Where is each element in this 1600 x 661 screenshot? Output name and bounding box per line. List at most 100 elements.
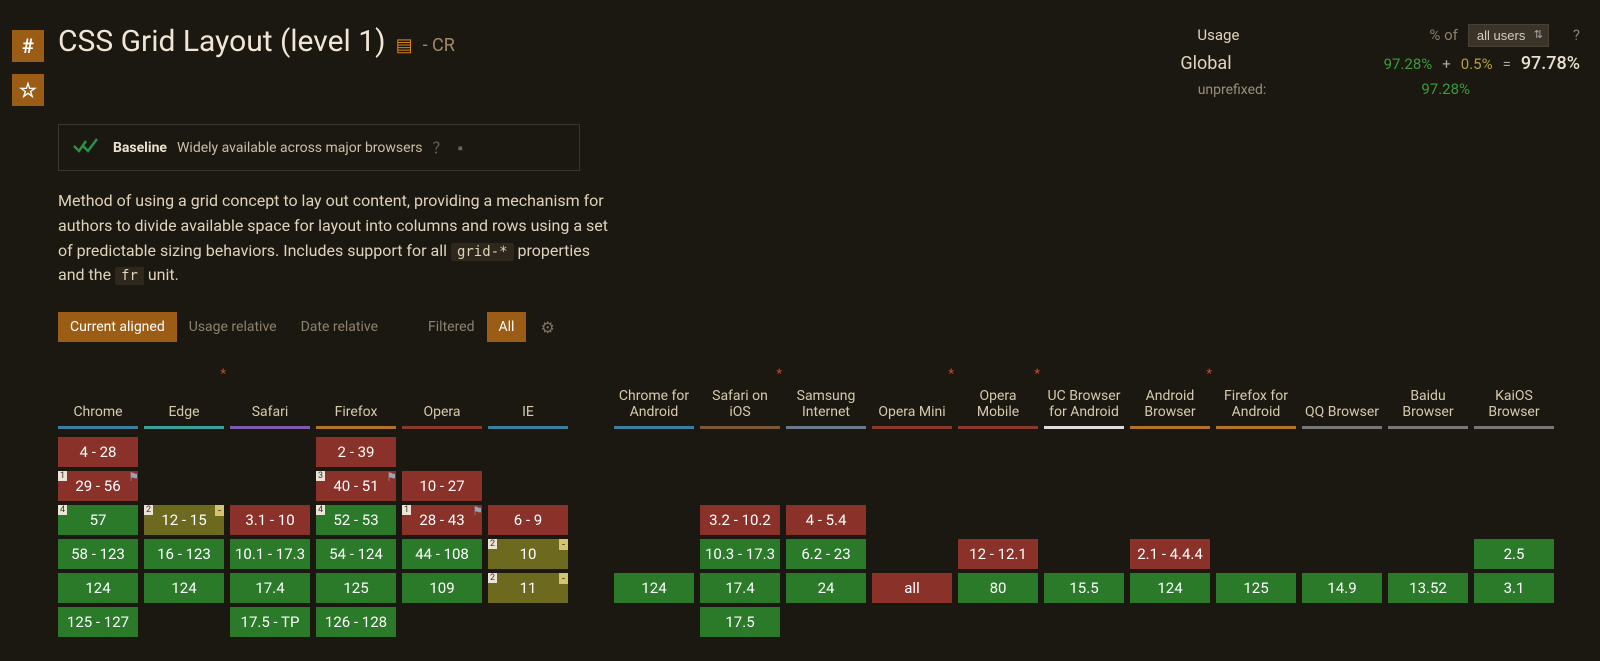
support-cell[interactable]: 6 - 9	[488, 505, 568, 535]
browser-header[interactable]: Opera	[402, 370, 482, 426]
star-button[interactable]: ☆	[12, 74, 44, 106]
support-cell[interactable]: 4 - 5.4	[786, 505, 866, 535]
empty-cell	[1216, 505, 1296, 535]
partial-badge: -	[215, 505, 224, 516]
support-cell[interactable]: 16 - 123	[144, 539, 224, 569]
note-badge: 2	[144, 505, 153, 515]
support-cell[interactable]: 12 - 152-	[144, 505, 224, 535]
support-cell[interactable]: 17.4	[700, 573, 780, 603]
browser-header[interactable]: UC Browser for Android	[1044, 370, 1124, 426]
support-cell[interactable]: 29 - 561⚑	[58, 471, 138, 501]
empty-cell	[1044, 437, 1124, 467]
browser-header[interactable]: Safari	[230, 370, 310, 426]
support-cell[interactable]: 6.2 - 23	[786, 539, 866, 569]
support-cell[interactable]: 24	[786, 573, 866, 603]
hash-button[interactable]: #	[12, 30, 44, 62]
browser-header[interactable]: KaiOS Browser	[1474, 370, 1554, 426]
browser-header[interactable]: Chrome	[58, 370, 138, 426]
note-badge: 1	[402, 505, 411, 515]
support-cell[interactable]: 17.5	[700, 607, 780, 637]
settings-icon[interactable]: ⚙	[540, 318, 554, 337]
empty-cell	[488, 471, 568, 501]
support-cell[interactable]: 3.1 - 10	[230, 505, 310, 535]
support-cell[interactable]: 13.52	[1388, 573, 1468, 603]
empty-cell	[958, 437, 1038, 467]
tab-date-relative[interactable]: Date relative	[289, 312, 390, 342]
support-cell[interactable]: 17.5 - TP	[230, 607, 310, 637]
view-tabs: Current aligned Usage relative Date rela…	[58, 312, 1588, 342]
spec-link-icon[interactable]: ▤	[396, 35, 413, 56]
support-cell[interactable]: 3.1	[1474, 573, 1554, 603]
support-cell[interactable]: 10.1 - 17.3	[230, 539, 310, 569]
support-cell[interactable]: 12 - 12.1	[958, 539, 1038, 569]
support-cell[interactable]: 44 - 108	[402, 539, 482, 569]
empty-cell	[1044, 607, 1124, 637]
empty-cell	[786, 471, 866, 501]
support-cell[interactable]: 3.2 - 10.2	[700, 505, 780, 535]
empty-cell	[614, 471, 694, 501]
empty-cell	[1130, 505, 1210, 535]
support-cell[interactable]: 2.1 - 4.4.4	[1130, 539, 1210, 569]
empty-cell	[1044, 505, 1124, 535]
browser-header[interactable]: Safari on iOS*	[700, 370, 780, 426]
support-cell[interactable]: 28 - 431⚑	[402, 505, 482, 535]
partial-badge: -	[559, 539, 568, 550]
support-cell[interactable]: 124	[144, 573, 224, 603]
support-cell[interactable]: 40 - 513⚑	[316, 471, 396, 501]
support-cell[interactable]: 109	[402, 573, 482, 603]
browser-header[interactable]: Edge*	[144, 370, 224, 426]
support-cell[interactable]: 126 - 128	[316, 607, 396, 637]
support-cell[interactable]: 17.4	[230, 573, 310, 603]
info-icon[interactable]: ？	[433, 137, 448, 158]
browser-header[interactable]: QQ Browser	[1302, 370, 1382, 426]
tab-current-aligned[interactable]: Current aligned	[58, 312, 177, 342]
baseline-label: Baseline	[113, 140, 167, 156]
support-cell[interactable]: 124	[58, 573, 138, 603]
help-button[interactable]: ?	[1573, 26, 1580, 44]
support-cell[interactable]: all	[872, 573, 952, 603]
support-cell[interactable]: 2 - 39	[316, 437, 396, 467]
support-cell[interactable]: 125 - 127	[58, 607, 138, 637]
support-cell[interactable]: 52 - 534	[316, 505, 396, 535]
browser-header[interactable]: Samsung Internet	[786, 370, 866, 426]
support-cell[interactable]: 15.5	[1044, 573, 1124, 603]
support-cell[interactable]: 54 - 124	[316, 539, 396, 569]
empty-cell	[1130, 471, 1210, 501]
browser-header[interactable]: Baidu Browser	[1388, 370, 1468, 426]
note-badge: 2	[488, 573, 497, 583]
support-cell[interactable]: 58 - 123	[58, 539, 138, 569]
support-cell[interactable]: 10 - 27	[402, 471, 482, 501]
tab-all[interactable]: All	[487, 312, 527, 342]
browser-header[interactable]: Opera Mobile*	[958, 370, 1038, 426]
empty-cell	[1216, 607, 1296, 637]
support-cell[interactable]: 124	[614, 573, 694, 603]
support-cell[interactable]: 102-	[488, 539, 568, 569]
support-cell[interactable]: 10.3 - 17.3	[700, 539, 780, 569]
browser-header[interactable]: Firefox	[316, 370, 396, 426]
support-cell[interactable]: 14.9	[1302, 573, 1382, 603]
feedback-icon[interactable]: ▪	[458, 139, 463, 157]
support-cell[interactable]: 125	[316, 573, 396, 603]
browser-header[interactable]: IE	[488, 370, 568, 426]
support-cell[interactable]: 124	[1130, 573, 1210, 603]
equals-sign: =	[1503, 55, 1511, 73]
note-asterisk-icon: *	[776, 368, 782, 383]
note-badge: 1	[58, 471, 67, 481]
support-cell[interactable]: 80	[958, 573, 1038, 603]
support-cell[interactable]: 574	[58, 505, 138, 535]
support-cell[interactable]: 125	[1216, 573, 1296, 603]
browser-header[interactable]: Android Browser*	[1130, 370, 1210, 426]
browser-header[interactable]: Chrome for Android	[614, 370, 694, 426]
tab-filtered[interactable]: Filtered	[416, 312, 486, 342]
support-cell[interactable]: 112-	[488, 573, 568, 603]
unprefixed-value: 97.28%	[1421, 80, 1470, 98]
audience-select[interactable]: all users	[1468, 24, 1549, 47]
browser-header[interactable]: Firefox for Android	[1216, 370, 1296, 426]
support-cell[interactable]: 4 - 28	[58, 437, 138, 467]
support-cell[interactable]: 2.5	[1474, 539, 1554, 569]
tab-usage-relative[interactable]: Usage relative	[177, 312, 289, 342]
browser-header[interactable]: Opera Mini*	[872, 370, 952, 426]
empty-cell	[1388, 437, 1468, 467]
empty-cell	[872, 539, 952, 569]
empty-cell	[144, 437, 224, 467]
